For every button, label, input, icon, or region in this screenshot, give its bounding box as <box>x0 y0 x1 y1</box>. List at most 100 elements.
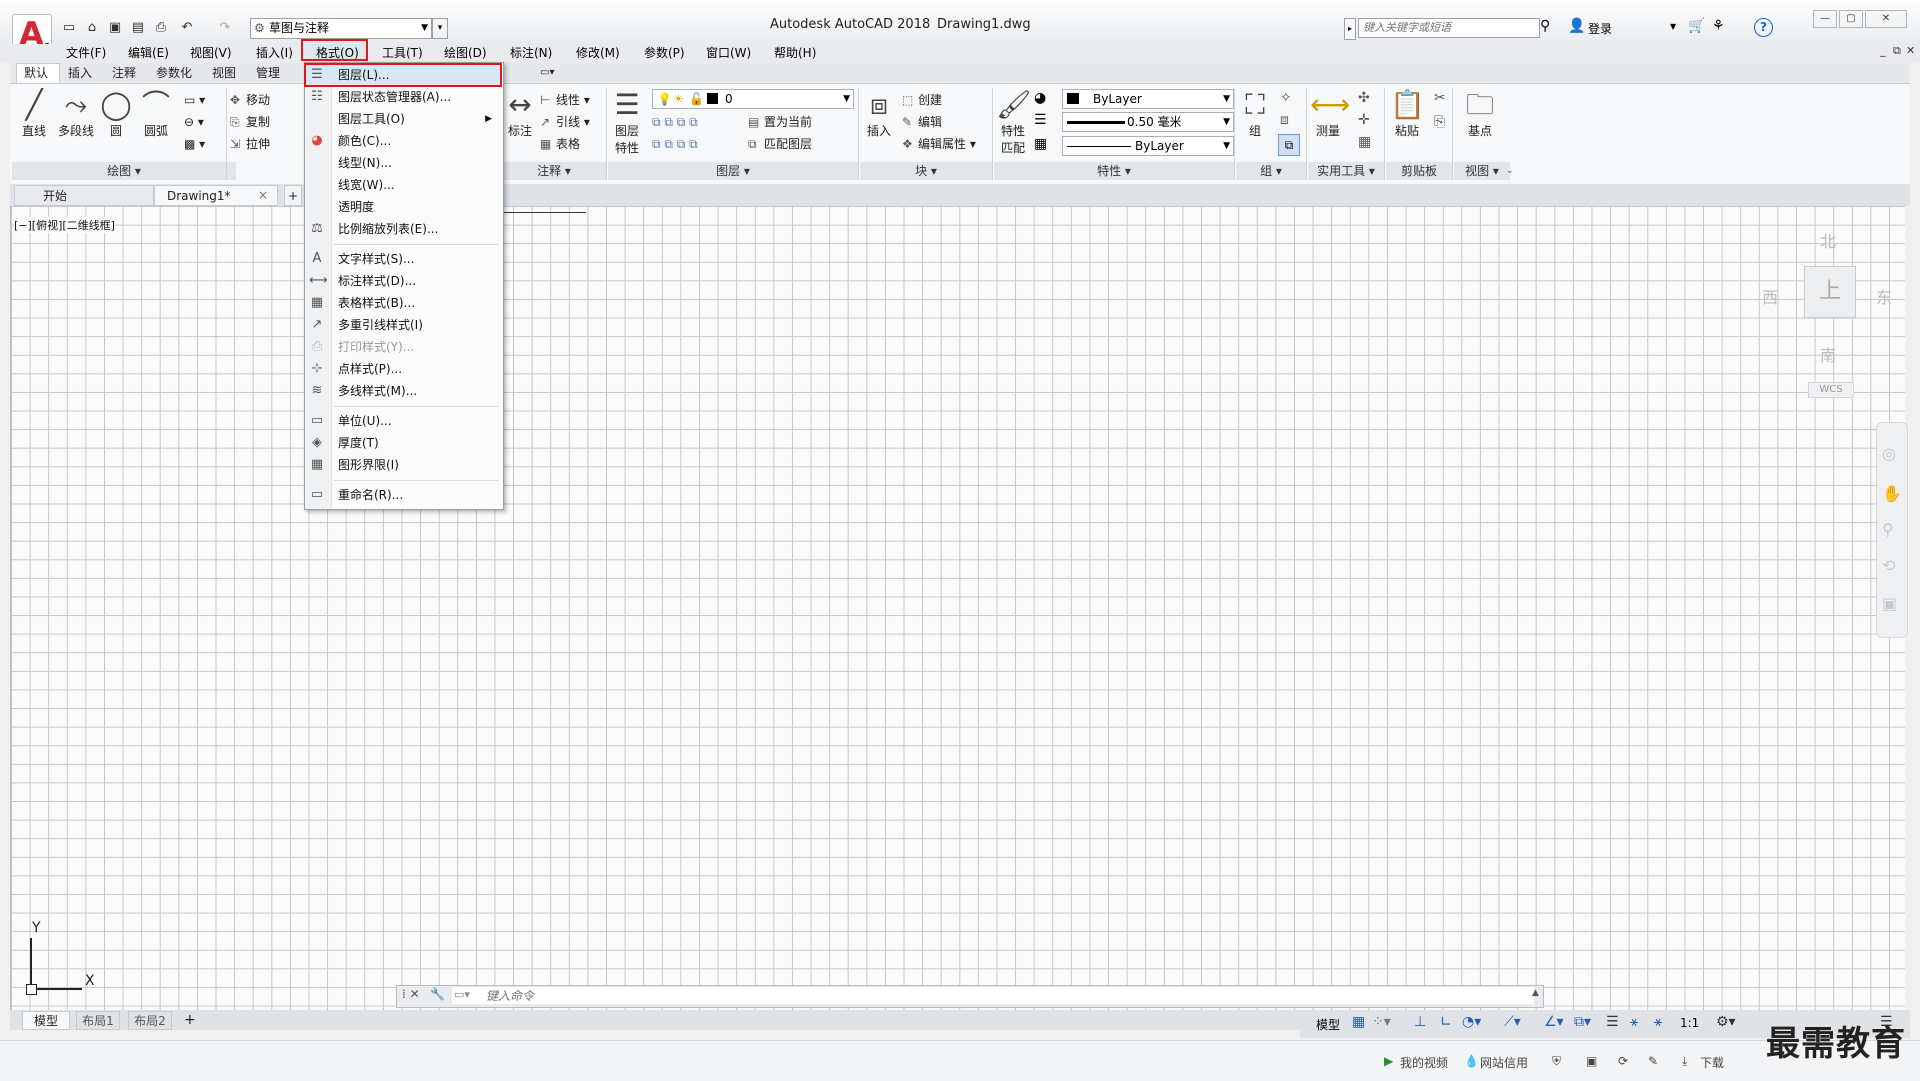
undo-icon[interactable]: ↶ <box>178 19 196 37</box>
menu-item-color[interactable]: ◕ 颜色(C)... <box>304 130 502 152</box>
search-expand-button[interactable]: ▸ <box>1344 18 1356 40</box>
utilities-panel-title[interactable]: 实用工具 ▾ <box>1308 162 1384 180</box>
table-button[interactable]: ▦ 表格 <box>540 134 580 154</box>
menu-item-layer-tools[interactable]: 图层工具(O) ▶ <box>304 108 502 130</box>
menu-insert[interactable]: 插入(I) <box>256 44 293 63</box>
print-icon[interactable]: ⎙ <box>152 19 170 37</box>
infer-constraints-icon[interactable]: ⊥ <box>1414 1014 1426 1030</box>
minimize-button[interactable]: — <box>1813 10 1837 28</box>
command-close-icon[interactable]: ⁞ ✕ <box>402 987 420 1001</box>
chevron-down-icon[interactable]: ▼ <box>1670 22 1676 31</box>
osnap-icon[interactable]: ⟋▾ <box>1504 1014 1521 1030</box>
dynamic-ucs-icon[interactable]: ∠▾ <box>1544 1014 1564 1030</box>
tab-parametric[interactable]: 参数化 <box>156 63 192 83</box>
match-properties-button[interactable]: 🖌 特性 匹配 <box>996 88 1032 156</box>
ungroup-icon[interactable]: ✧ <box>1280 90 1292 106</box>
tab-view[interactable]: 视图 <box>212 63 236 83</box>
line-button[interactable]: ╱ 直线 <box>16 88 52 139</box>
menu-item-dim-style[interactable]: ⟷ 标注样式(D)... <box>304 270 502 292</box>
menu-item-units[interactable]: ▭ 单位(U)... <box>304 410 502 432</box>
annotation-monitor-icon[interactable]: ⧉▾ <box>1574 1014 1591 1030</box>
copy-button[interactable]: ⎘ 复制 <box>230 112 270 132</box>
tab-annotate[interactable]: 注释 <box>112 63 136 83</box>
steering-wheel-icon[interactable]: ◎ <box>1882 444 1896 463</box>
polyline-button[interactable]: ⤳ 多段线 <box>54 88 98 139</box>
binoculars-icon[interactable]: ⚲ <box>1540 18 1550 34</box>
annotation-panel-title[interactable]: 注释 ▾ <box>502 162 606 180</box>
menu-item-linetype[interactable]: 线型(N)... <box>304 152 502 174</box>
image-icon[interactable]: ▣ <box>1586 1054 1597 1068</box>
viewcube-south[interactable]: 南 <box>1820 342 1836 366</box>
layer-tools-row-1[interactable]: ⧉ ⧉ ⧉ ⧉ <box>652 112 698 132</box>
refresh-icon[interactable]: ⟳ <box>1618 1054 1628 1068</box>
help-icon[interactable]: ? <box>1754 18 1773 37</box>
annotation-visibility-icon[interactable]: ⚹ <box>1630 1014 1638 1030</box>
menu-format[interactable]: 格式(O) <box>316 44 359 63</box>
cut-icon[interactable]: ✂ <box>1434 90 1446 106</box>
site-credit-link[interactable]: 网站信用 <box>1480 1054 1528 1071</box>
menu-item-transparency[interactable]: 透明度 <box>304 196 502 218</box>
set-current-button[interactable]: ▤ 置为当前 <box>748 112 812 132</box>
color-dropdown[interactable]: ByLayer ▼ <box>1062 89 1234 109</box>
menu-item-table-style[interactable]: ▦ 表格样式(B)... <box>304 292 502 314</box>
viewcube-north[interactable]: 北 <box>1820 228 1836 252</box>
autodesk-app-icon[interactable]: ⚘ <box>1712 18 1725 34</box>
ribbon-minimize-button[interactable]: ▭▾ <box>540 63 554 83</box>
clipboard-panel-title[interactable]: 剪贴板 <box>1386 162 1452 180</box>
menu-modify[interactable]: 修改(M) <box>576 44 620 63</box>
doc-close-button[interactable]: ✕ <box>1906 44 1915 57</box>
menu-item-mleader-style[interactable]: ↗ 多重引线样式(I) <box>304 314 502 336</box>
menu-window[interactable]: 窗口(W) <box>706 44 751 63</box>
close-window-button[interactable]: ✕ <box>1865 10 1907 28</box>
menu-item-text-style[interactable]: A 文字样式(S)... <box>304 248 502 270</box>
doc-restore-button[interactable]: ⧉ <box>1893 44 1901 58</box>
menu-item-mline-style[interactable]: ≋ 多线样式(M)... <box>304 380 502 402</box>
login-button[interactable]: 登录 <box>1588 20 1612 37</box>
draw-panel-title[interactable]: 绘图 ▾ <box>12 162 236 180</box>
wcs-menu[interactable]: WCS <box>1808 382 1854 398</box>
view-panel-title[interactable]: 视图 ▾ <box>1454 162 1510 180</box>
rectangle-icon[interactable]: ▭ ▾ <box>184 90 205 110</box>
select-all-icon[interactable]: ✛ <box>1358 112 1370 128</box>
new-layout-button[interactable]: + <box>184 1011 196 1030</box>
tab-layout2[interactable]: 布局2 <box>128 1011 172 1030</box>
base-view-button[interactable]: 🗀 基点 <box>1460 88 1500 139</box>
layer-tools-row-2[interactable]: ⧉ ⧉ ⧉ ⧉ <box>652 134 698 154</box>
snap-icon[interactable]: ⁘▾ <box>1372 1014 1391 1030</box>
arc-button[interactable]: ⌒ 圆弧 <box>136 88 176 139</box>
edit-attributes-button[interactable]: ❖ 编辑属性 ▾ <box>902 134 976 154</box>
paste-button[interactable]: 📋 粘贴 <box>1390 88 1425 139</box>
linetype-dropdown[interactable]: ByLayer ▼ <box>1062 136 1234 156</box>
leader-button[interactable]: ↗ 引线 ▾ <box>540 112 590 132</box>
menu-item-layer-state[interactable]: ☷ 图层状态管理器(A)... <box>304 86 502 108</box>
id-point-icon[interactable]: ✣ <box>1358 90 1370 106</box>
annotation-scale[interactable]: 1:1 <box>1680 1016 1699 1030</box>
layer-properties-button[interactable]: ☰ 图层 特性 <box>610 88 644 156</box>
search-input[interactable] <box>1358 18 1540 38</box>
calculator-icon[interactable]: ▦ <box>1358 134 1371 150</box>
pan-icon[interactable]: ✋ <box>1882 484 1902 503</box>
menu-item-point-style[interactable]: ⊹ 点样式(P)... <box>304 358 502 380</box>
viewcube-east[interactable]: 东 <box>1876 284 1892 308</box>
linear-button[interactable]: ⊢ 线性 ▾ <box>540 90 590 110</box>
new-file-icon[interactable]: ▭ <box>60 19 78 37</box>
groups-panel-title[interactable]: 组 ▾ <box>1236 162 1306 180</box>
tab-layout1[interactable]: 布局1 <box>76 1011 120 1030</box>
grid-icon[interactable]: ▦ <box>1352 1014 1365 1030</box>
doc-minimize-button[interactable]: _ <box>1880 44 1886 57</box>
cart-icon[interactable]: 🛒 <box>1688 18 1705 34</box>
shield-icon[interactable]: ⛨ <box>1552 1054 1561 1069</box>
menu-item-layer[interactable]: ☰ 图层(L)... <box>304 64 502 86</box>
block-panel-title[interactable]: 块 ▾ <box>860 162 992 180</box>
layers-panel-title[interactable]: 图层 ▾ <box>608 162 858 180</box>
menu-file[interactable]: 文件(F) <box>66 44 106 63</box>
command-input[interactable] <box>486 988 1486 1003</box>
new-tab-button[interactable]: + <box>284 185 302 206</box>
menu-item-lineweight[interactable]: 线宽(W)... <box>304 174 502 196</box>
tab-insert[interactable]: 插入 <box>68 63 92 83</box>
ellipse-icon[interactable]: ⊖ ▾ <box>184 112 204 132</box>
lineweight-toggle-icon[interactable]: ☰ <box>1606 1014 1619 1030</box>
match-layer-button[interactable]: ⧉ 匹配图层 <box>748 134 812 154</box>
tab-manage[interactable]: 管理 <box>256 63 280 83</box>
auto-scale-icon[interactable]: ⚹ <box>1654 1014 1662 1030</box>
